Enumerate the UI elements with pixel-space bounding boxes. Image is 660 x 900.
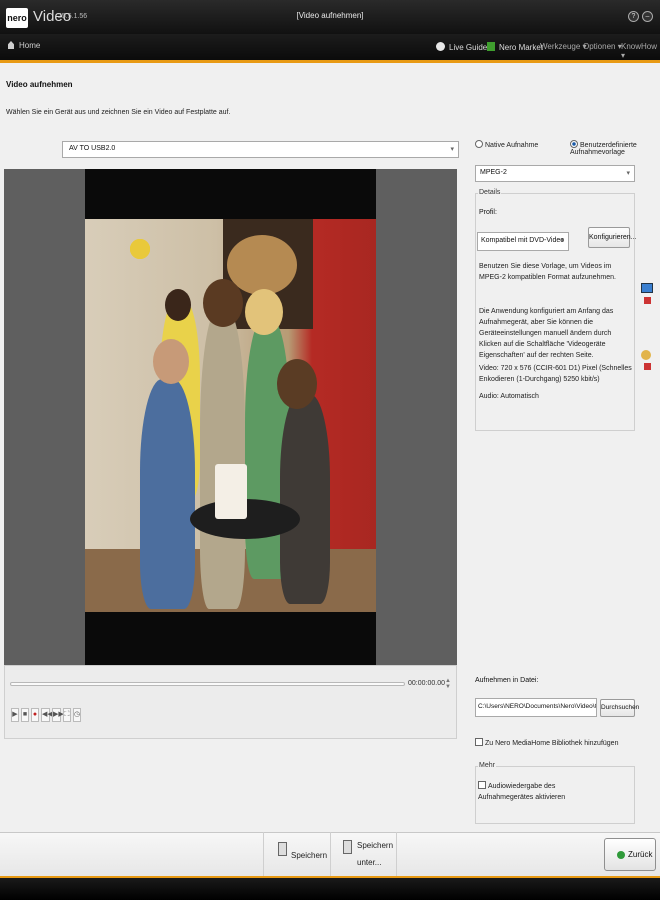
output-file-input[interactable]: C:\Users\NERO\Documents\Nero\Video\Captu… bbox=[475, 698, 597, 717]
chevron-down-icon: ▾ bbox=[626, 170, 630, 177]
template-description: Benutzen Sie diese Vorlage, um Videos im… bbox=[479, 263, 616, 281]
add-to-library-checkbox[interactable]: Zu Nero MediaHome Bibliothek hinzufügen bbox=[475, 738, 618, 747]
nero-market-icon bbox=[487, 42, 495, 51]
save-label: Speichern bbox=[291, 851, 328, 860]
save-as-button[interactable]: Speichern unter... bbox=[331, 832, 397, 878]
home-icon bbox=[8, 41, 14, 49]
home-link[interactable]: Home bbox=[8, 41, 40, 50]
configure-button[interactable]: Konfigurieren... bbox=[588, 227, 636, 248]
output-file-label: Aufnehmen in Datei: bbox=[475, 677, 539, 684]
help-icon[interactable]: ? bbox=[628, 11, 639, 22]
save-disk-icon bbox=[278, 842, 287, 856]
back-arrow-icon bbox=[617, 851, 625, 859]
native-recording-radio[interactable]: Native Aufnahme bbox=[475, 140, 538, 149]
video-spec: Video: 720 x 576 (CCIR-601 D1) Pixel (Sc… bbox=[479, 365, 632, 383]
fullscreen-button[interactable]: ⛶ bbox=[63, 708, 71, 722]
nav-bar: Home Live Guide Nero Market Werkzeuge ▾ … bbox=[0, 34, 660, 60]
time-display: 00:00:00.00 bbox=[408, 680, 445, 687]
time-spinner[interactable]: ▲ ▼ bbox=[445, 678, 451, 690]
video-preview bbox=[4, 169, 457, 665]
minimize-icon[interactable]: – bbox=[642, 11, 653, 22]
nero-market-label: Nero Market bbox=[499, 43, 544, 52]
device-select-value: AV TO USB2.0 bbox=[69, 145, 116, 152]
video-device-properties-icon[interactable] bbox=[641, 283, 653, 293]
live-guide-link[interactable]: Live Guide bbox=[436, 42, 487, 52]
chevron-down-icon: ▾ bbox=[450, 146, 454, 153]
back-button[interactable]: Zurück bbox=[604, 838, 656, 871]
save-as-disk-icon bbox=[343, 840, 352, 854]
chevron-down-icon: ▾ bbox=[560, 237, 564, 244]
accent-divider bbox=[0, 60, 660, 63]
forward-button[interactable]: ▶▶ bbox=[52, 708, 64, 722]
badge-icon bbox=[644, 297, 651, 304]
seek-bar[interactable] bbox=[10, 682, 405, 686]
audio-playback-checkbox[interactable]: Audiowiedergabe des Aufnahmegerätes akti… bbox=[478, 781, 603, 803]
save-button[interactable]: Speichern bbox=[263, 832, 331, 878]
format-select[interactable]: MPEG-2 ▾ bbox=[475, 165, 635, 182]
details-label: Details bbox=[478, 189, 502, 196]
custom-template-radio[interactable]: Benutzerdefinierte Aufnahmevorlage bbox=[570, 140, 660, 156]
format-select-value: MPEG-2 bbox=[480, 169, 507, 176]
footer-bar bbox=[0, 878, 660, 900]
page-title: Video aufnehmen bbox=[6, 80, 73, 89]
audio-device-properties-icon[interactable] bbox=[641, 350, 651, 360]
play-button[interactable]: ▶ bbox=[11, 708, 19, 722]
rewind-button[interactable]: ◀◀ bbox=[41, 708, 53, 722]
profile-select[interactable]: Kompatibel mit DVD-Video ▾ bbox=[477, 232, 569, 251]
more-label: Mehr bbox=[478, 762, 496, 769]
browse-button[interactable]: Durchsuchen bbox=[600, 699, 639, 717]
profile-label: Profil: bbox=[479, 209, 497, 216]
save-as-label-2: unter... bbox=[357, 858, 382, 867]
audio-spec: Audio: Automatisch bbox=[479, 393, 539, 400]
live-guide-icon bbox=[436, 42, 445, 51]
window-title: [Video aufnehmen] bbox=[296, 11, 364, 20]
device-select[interactable]: AV TO USB2.0 ▾ bbox=[62, 141, 459, 158]
live-guide-label: Live Guide bbox=[449, 43, 488, 52]
record-button[interactable]: ● bbox=[31, 708, 39, 722]
knowhow-menu[interactable]: KnowHow ▾ bbox=[621, 42, 660, 60]
badge-icon bbox=[644, 363, 651, 370]
home-label: Home bbox=[19, 41, 41, 50]
device-config-note: Die Anwendung konfiguriert am Anfang das… bbox=[479, 308, 614, 359]
optionen-menu[interactable]: Optionen ▾ bbox=[583, 42, 622, 51]
back-label: Zurück bbox=[628, 850, 653, 859]
title-bar: nero Video 25.5.1.56 [Video aufnehmen] ?… bbox=[0, 0, 660, 34]
preview-frame bbox=[85, 219, 376, 612]
save-as-label-1: Speichern bbox=[357, 841, 394, 850]
nero-market-link[interactable]: Nero Market bbox=[487, 42, 543, 52]
werkzeuge-menu[interactable]: Werkzeuge ▾ bbox=[540, 42, 587, 51]
instruction-text: Wählen Sie ein Gerät aus und zeichnen Si… bbox=[6, 109, 231, 116]
snapshot-button[interactable]: ◷ bbox=[73, 708, 81, 722]
playback-controls: 00:00:00.00 ▲ ▼ ▶ ■ ● ◀◀ ▶▶ ⛶ ◷ bbox=[4, 665, 457, 739]
profile-select-value: Kompatibel mit DVD-Video bbox=[481, 237, 565, 244]
stop-button[interactable]: ■ bbox=[21, 708, 29, 722]
